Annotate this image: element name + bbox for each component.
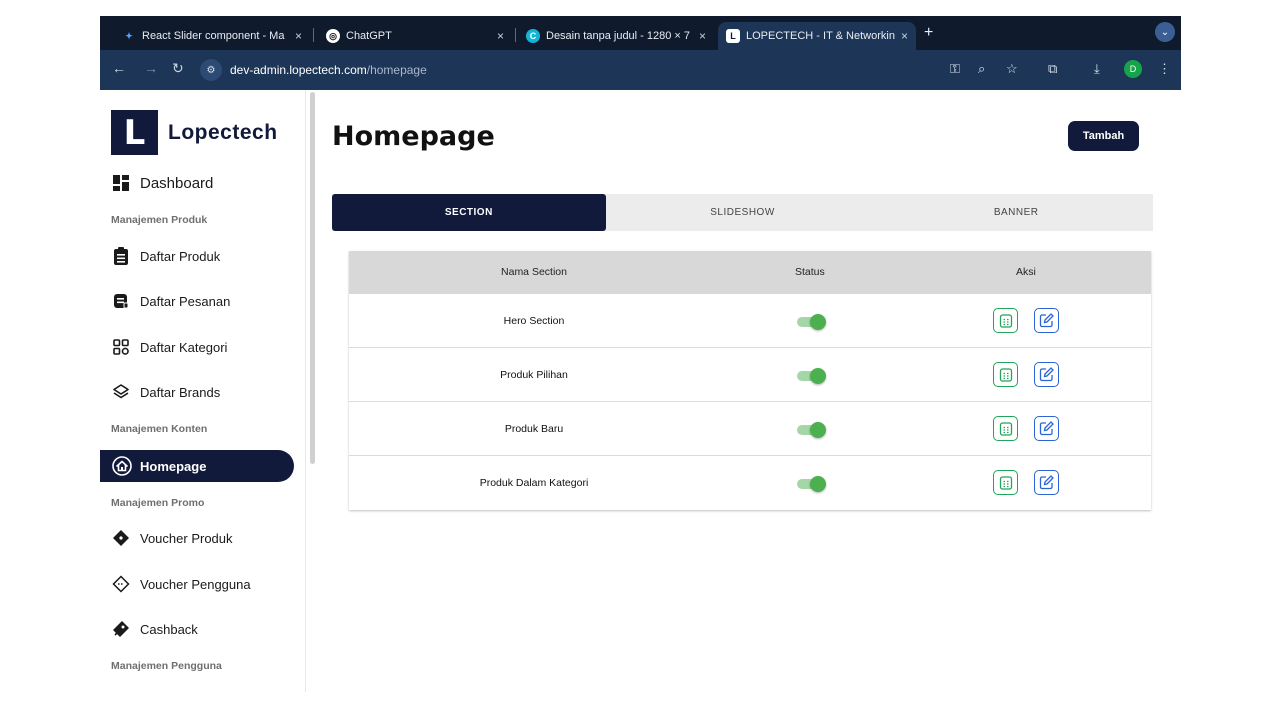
sidebar-item-voucher-produk[interactable]: Voucher Produk xyxy=(112,529,233,547)
browser-tab-active[interactable]: L LOPECTECH - IT & Networkin × xyxy=(718,22,916,50)
table-row: Produk Baru xyxy=(349,402,1151,456)
section-name: Hero Section xyxy=(503,315,565,327)
browser-tab[interactable]: ✦ React Slider component - Ma × xyxy=(114,22,310,50)
brand-name: Lopectech xyxy=(168,120,278,144)
add-button[interactable]: Tambah xyxy=(1068,121,1139,151)
edit-button[interactable] xyxy=(1034,470,1059,495)
table-row: Produk Pilihan xyxy=(349,348,1151,402)
profile-avatar[interactable]: D xyxy=(1124,60,1142,78)
home-icon xyxy=(112,456,132,476)
view-detail-button[interactable] xyxy=(993,362,1018,387)
back-icon[interactable]: ← xyxy=(112,60,126,76)
close-tab-icon[interactable]: × xyxy=(901,29,908,43)
edit-icon xyxy=(1039,421,1054,436)
view-detail-button[interactable] xyxy=(993,416,1018,441)
brand-logo[interactable]: L Lopectech xyxy=(111,110,278,155)
document-icon xyxy=(999,367,1012,382)
edit-icon xyxy=(1039,313,1054,328)
clipboard-icon xyxy=(112,247,130,265)
sidebar-item-daftar-brands[interactable]: Daftar Brands xyxy=(112,383,220,401)
tab-search-icon[interactable]: ⌄ xyxy=(1155,22,1175,42)
tab-banner[interactable]: BANNER xyxy=(879,194,1153,231)
column-header-nama: Nama Section xyxy=(501,266,567,278)
password-key-icon[interactable]: ⚿ xyxy=(950,61,960,77)
slider-favicon-icon: ✦ xyxy=(125,30,133,41)
layers-icon xyxy=(112,383,130,401)
edit-icon xyxy=(1039,475,1054,490)
sidebar-item-daftar-kategori[interactable]: Daftar Kategori xyxy=(112,338,227,356)
browser-toolbar: ← → ↻ ⚙ dev-admin.lopectech.com/homepage… xyxy=(100,50,1181,90)
table-row: Hero Section xyxy=(349,294,1151,348)
tab-slideshow[interactable]: SLIDESHOW xyxy=(606,194,880,231)
logo-mark: L xyxy=(111,110,158,155)
table-header: Nama Section Status Aksi xyxy=(349,251,1151,294)
site-settings-icon[interactable]: ⚙ xyxy=(200,59,222,81)
section-name: Produk Baru xyxy=(504,423,564,435)
browser-window: ✦ React Slider component - Ma × ◎ ChatGP… xyxy=(100,16,1181,692)
table-row: Produk Dalam Kategori xyxy=(349,456,1151,510)
section-label-produk: Manajemen Produk xyxy=(111,214,208,226)
edit-button[interactable] xyxy=(1034,308,1059,333)
page-title: Homepage xyxy=(332,121,495,152)
category-grid-icon xyxy=(112,338,130,356)
document-icon xyxy=(999,421,1012,436)
sidebar-item-daftar-produk[interactable]: Daftar Produk xyxy=(112,247,220,265)
forward-icon[interactable]: → xyxy=(144,60,158,76)
zoom-icon[interactable]: ⌕ xyxy=(978,61,985,77)
edit-button[interactable] xyxy=(1034,362,1059,387)
column-header-status: Status xyxy=(795,266,825,278)
status-toggle[interactable] xyxy=(797,314,827,330)
menu-kebab-icon[interactable]: ⋮ xyxy=(1158,61,1171,77)
column-header-aksi: Aksi xyxy=(1016,266,1036,278)
section-label-pengguna: Manajemen Pengguna xyxy=(111,660,222,672)
sidebar-item-voucher-pengguna[interactable]: Voucher Pengguna xyxy=(112,575,251,593)
sidebar-item-homepage[interactable]: Homepage xyxy=(100,450,294,482)
download-icon[interactable]: ⤓ xyxy=(1094,61,1100,77)
browser-tab[interactable]: C Desain tanpa judul - 1280 × 7 × xyxy=(518,22,714,50)
view-detail-button[interactable] xyxy=(993,308,1018,333)
status-toggle[interactable] xyxy=(797,368,827,384)
bookmark-star-icon[interactable]: ☆ xyxy=(1006,61,1018,77)
new-tab-button[interactable]: + xyxy=(924,24,933,42)
close-tab-icon[interactable]: × xyxy=(699,29,706,43)
edit-button[interactable] xyxy=(1034,416,1059,441)
dashboard-icon xyxy=(112,174,130,192)
address-bar[interactable]: ⚙ dev-admin.lopectech.com/homepage xyxy=(200,56,1034,84)
status-toggle[interactable] xyxy=(797,422,827,438)
sidebar-item-daftar-pesanan[interactable]: Daftar Pesanan xyxy=(112,292,230,310)
ticket-outline-icon xyxy=(112,575,130,593)
close-tab-icon[interactable]: × xyxy=(295,29,302,43)
extensions-icon[interactable]: ⧉ xyxy=(1048,61,1057,77)
browser-tab-bar: ✦ React Slider component - Ma × ◎ ChatGP… xyxy=(100,16,1181,50)
browser-tab[interactable]: ◎ ChatGPT × xyxy=(318,22,512,50)
sidebar-item-dashboard[interactable]: Dashboard xyxy=(112,174,213,192)
close-tab-icon[interactable]: × xyxy=(497,29,504,43)
section-label-promo: Manajemen Promo xyxy=(111,497,205,509)
document-icon xyxy=(999,313,1012,328)
section-name: Produk Pilihan xyxy=(500,369,568,381)
tab-section[interactable]: SECTION xyxy=(332,194,606,231)
canva-favicon-icon: C xyxy=(526,29,540,43)
sidebar: L Lopectech Dashboard Manajemen Produk D… xyxy=(100,90,306,692)
section-label-konten: Manajemen Konten xyxy=(111,423,208,435)
content-tabs: SECTION SLIDESHOW BANNER xyxy=(332,194,1153,231)
status-toggle[interactable] xyxy=(797,476,827,492)
sidebar-scrollbar[interactable] xyxy=(310,92,315,464)
document-icon xyxy=(999,475,1012,490)
sidebar-item-cashback[interactable]: Cashback xyxy=(112,620,198,638)
ticket-icon xyxy=(112,529,130,547)
receipt-icon xyxy=(112,292,130,310)
chatgpt-favicon-icon: ◎ xyxy=(326,29,340,43)
lopectech-favicon-icon: L xyxy=(726,29,740,43)
view-detail-button[interactable] xyxy=(993,470,1018,495)
section-name: Produk Dalam Kategori xyxy=(479,477,589,489)
reload-icon[interactable]: ↻ xyxy=(172,60,184,77)
cashback-icon xyxy=(112,620,130,638)
sections-table: Nama Section Status Aksi Hero Section Pr… xyxy=(349,251,1151,510)
edit-icon xyxy=(1039,367,1054,382)
